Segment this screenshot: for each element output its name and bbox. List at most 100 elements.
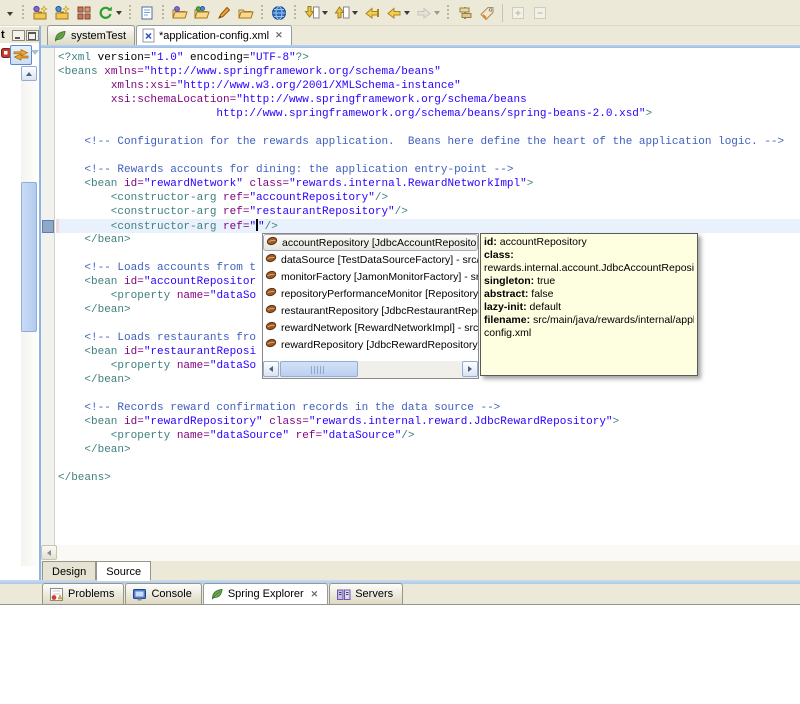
close-view-icon[interactable]: ✕ (311, 589, 319, 599)
view-tab-label: Spring Explorer (227, 588, 304, 600)
tooltip-row: class: (484, 249, 514, 261)
code-line: xsi:schemaLocation="http://www.springfra… (110, 94, 527, 106)
outline-vertical-scrollbar[interactable] (21, 66, 37, 566)
code-line: </beans> (58, 472, 111, 484)
import-button[interactable] (301, 1, 331, 25)
view-title-fragment: t (1, 29, 5, 41)
new-spring-wizard-button[interactable] (29, 1, 51, 25)
dropdown-caret-icon[interactable] (352, 10, 358, 15)
new-package-icon (76, 5, 92, 21)
properties-view-icon (139, 5, 155, 21)
signpost-button[interactable] (454, 1, 476, 25)
content-assist-popup: accountRepository [JdbcAccountRepository… (262, 233, 479, 379)
bean-icon (266, 236, 278, 249)
minimize-view-button[interactable] (12, 29, 25, 41)
view-menu-caret-icon[interactable] (31, 50, 39, 55)
dropdown-caret-icon[interactable] (116, 10, 122, 15)
assist-scroll-left-button[interactable] (263, 361, 279, 377)
assist-scroll-right-button[interactable] (462, 361, 478, 377)
last-edit-location-button[interactable] (361, 1, 383, 25)
code-line: <constructor-arg ref="restaurantReposito… (58, 206, 408, 218)
editor-tab[interactable]: *application-config.xml ✕ (136, 25, 292, 45)
spring-leaf-icon (210, 587, 224, 601)
view-tab-spring-explorer[interactable]: Spring Explorer ✕ (202, 583, 329, 604)
export-icon (334, 5, 350, 21)
open-resource-purple-button[interactable] (169, 1, 191, 25)
toolbar-separator (160, 3, 167, 22)
tooltip-row: config.xml (484, 327, 532, 339)
bean-icon (265, 338, 277, 351)
signpost-icon (457, 5, 473, 21)
editor-tab[interactable]: systemTest (47, 25, 136, 45)
toolbar-overflow-caret-button[interactable] (2, 1, 18, 25)
assist-proposal-label: dataSource [TestDataSourceFactory] - src… (281, 253, 478, 266)
scrollbar-thumb[interactable] (21, 182, 37, 332)
tooltip-row: id: accountRepository (484, 236, 587, 248)
assist-proposal[interactable]: accountRepository [JdbcAccountRepository… (263, 234, 478, 251)
mark-occurrences-pen-button[interactable] (213, 1, 235, 25)
open-resource-green-button[interactable] (191, 1, 213, 25)
assist-proposal[interactable]: repositoryPerformanceMonitor [Repository… (263, 285, 478, 302)
properties-view-button[interactable] (136, 1, 158, 25)
tab-source[interactable]: Source (96, 561, 152, 581)
dropdown-caret-icon[interactable] (404, 10, 410, 15)
new-spring-wizard-icon (32, 4, 48, 21)
last-edit-location-icon (364, 5, 380, 21)
assist-proposal[interactable]: rewardNetwork [RewardNetworkImpl] - src/… (263, 319, 478, 336)
dropdown-caret-icon[interactable] (434, 10, 440, 15)
forward-button[interactable] (413, 1, 443, 25)
collapse-all-button[interactable] (529, 1, 551, 25)
assist-proposal[interactable]: rewardRepository [JdbcRewardRepository] … (263, 336, 478, 353)
xml-file-icon (142, 28, 155, 43)
editor-horizontal-scrollbar[interactable] (41, 545, 800, 561)
forward-icon (416, 5, 432, 21)
assist-proposal[interactable]: dataSource [TestDataSourceFactory] - src… (263, 251, 478, 268)
assist-proposal[interactable]: restaurantRepository [JdbcRestaurantRepo… (263, 302, 478, 319)
code-line: <bean id="rewardNetwork" class="rewards.… (58, 178, 534, 190)
assist-horizontal-scrollbar[interactable] (263, 361, 478, 378)
assist-proposal[interactable]: monitorFactory [JamonMonitorFactory] - s… (263, 268, 478, 285)
web-browser-globe-button[interactable] (268, 1, 290, 25)
view-tab-console[interactable]: Console (125, 583, 202, 604)
toolbar-overflow-caret-icon (5, 5, 15, 21)
code-line: <!-- Records reward confirmation records… (58, 402, 501, 414)
open-folder-button[interactable] (235, 1, 257, 25)
assist-proposal-label: monitorFactory [JamonMonitorFactory] - s… (281, 270, 478, 283)
new-package-button[interactable] (73, 1, 95, 25)
open-resource-purple-icon (172, 5, 188, 21)
tooltip-row: singleton: true (484, 275, 556, 287)
link-with-editor-button[interactable] (10, 45, 32, 65)
collapse-all-icon (532, 5, 548, 21)
scroll-left-button[interactable] (41, 545, 57, 560)
assist-proposal-label: repositoryPerformanceMonitor [Repository… (281, 287, 478, 300)
dropdown-caret-icon[interactable] (322, 10, 328, 15)
view-tab-problems[interactable]: Problems (42, 583, 125, 604)
export-button[interactable] (331, 1, 361, 25)
tooltip-row: abstract: false (484, 288, 554, 300)
import-icon (304, 5, 320, 21)
servers-icon (336, 587, 351, 602)
maximize-view-button[interactable] (26, 29, 39, 41)
bean-icon (265, 287, 277, 300)
spring-explorer-view: -06-aop-1-solution-Beans+λSsrc/main/java… (0, 604, 800, 704)
scroll-up-button[interactable] (21, 66, 37, 81)
code-line: <constructor-arg ref="accountRepository"… (58, 192, 389, 204)
close-tab-icon[interactable]: ✕ (275, 31, 283, 40)
tag-button[interactable] (476, 1, 498, 25)
refresh-button[interactable] (95, 1, 125, 25)
assist-scrollbar-thumb[interactable] (280, 361, 358, 377)
open-folder-icon (238, 5, 254, 21)
refresh-icon (98, 5, 114, 21)
bottom-view-tab-bar: Problems Console Spring Explorer ✕ Servers (0, 583, 800, 604)
expand-all-button[interactable] (507, 1, 529, 25)
toolbar-separator (445, 3, 452, 22)
new-web-wizard-button[interactable] (51, 1, 73, 25)
code-line: <!-- Rewards accounts for dining: the ap… (58, 164, 514, 176)
code-line: http://www.springframework.org/schema/be… (58, 108, 653, 120)
tab-design[interactable]: Design (42, 561, 97, 581)
back-button[interactable] (383, 1, 413, 25)
view-tab-servers[interactable]: Servers (329, 583, 404, 604)
